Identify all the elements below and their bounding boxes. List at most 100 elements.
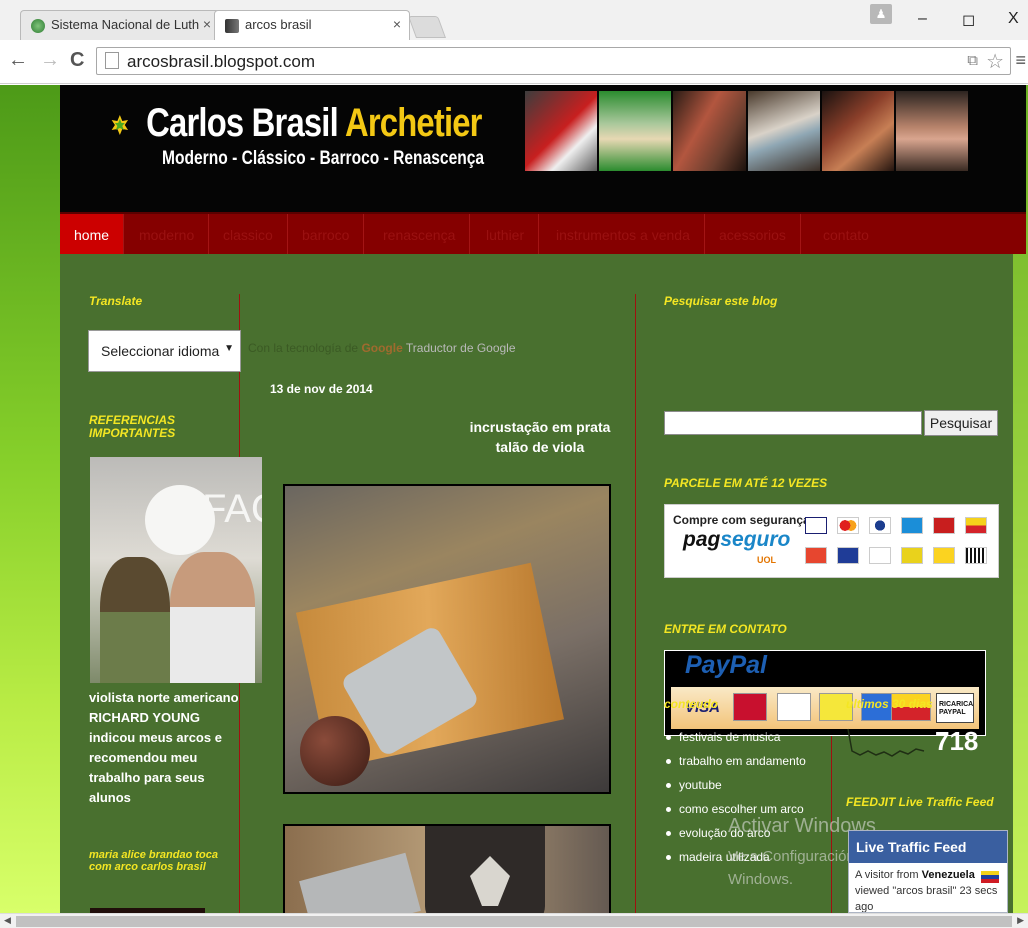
powered-prefix: Con la tecnología de: [248, 341, 359, 355]
translate-widget-title: Translate: [89, 294, 143, 308]
banrisul-icon: [901, 547, 923, 564]
scroll-right-arrow-icon[interactable]: ▶: [1017, 915, 1024, 926]
references-widget-title: REFERENCIAS IMPORTANTES: [89, 413, 176, 440]
search-button[interactable]: Pesquisar: [924, 410, 998, 436]
conteudo-link[interactable]: como escolher um arco: [666, 802, 804, 816]
stats-counter: 718: [935, 726, 979, 756]
close-tab-icon[interactable]: ×: [203, 16, 211, 32]
forward-arrow-icon[interactable]: →: [40, 50, 60, 70]
richard-young-photo[interactable]: FAC: [90, 457, 262, 683]
tab-sistema-nacional[interactable]: Sistema Nacional de Luth ×: [20, 10, 220, 40]
visa-card-icon: [805, 517, 827, 534]
reference-caption: violista norte americano RICHARD YOUNG i…: [89, 690, 239, 805]
reload-icon[interactable]: C: [70, 50, 84, 70]
tab-strip: Sistema Nacional de Luth × arcos brasil …: [0, 0, 1028, 40]
feedjit-widget-title: FEEDJIT Live Traffic Feed: [846, 795, 994, 809]
blog-header: Carlos Brasil Archetier Moderno - Clássi…: [60, 85, 1026, 213]
blog-title-block[interactable]: Carlos Brasil Archetier Moderno - Clássi…: [110, 101, 563, 170]
conteudo-link[interactable]: trabalho em andamento: [666, 754, 806, 768]
scrollbar-thumb[interactable]: [16, 916, 1012, 927]
user-profile-icon[interactable]: ♟: [870, 4, 892, 24]
post-image-inlay-2[interactable]: [283, 824, 611, 913]
main-navigation: home moderno classico barroco renascença…: [60, 212, 1026, 254]
post-date: 13 de nov de 2014: [270, 382, 373, 396]
page-icon: [105, 52, 119, 69]
minimize-button[interactable]: –: [918, 10, 927, 28]
paypal-logo: PayPal: [685, 651, 768, 679]
uol-logo: UOL: [757, 555, 776, 565]
close-window-button[interactable]: X: [1008, 10, 1019, 28]
venezuela-flag-icon: [981, 871, 999, 883]
blog-title-accent: Archetier: [344, 101, 482, 145]
stats-sparkline: [847, 728, 925, 757]
nav-renascenca[interactable]: renascença: [369, 214, 471, 254]
nav-contato[interactable]: contato: [809, 214, 883, 254]
nav-luthier[interactable]: luthier: [472, 214, 540, 254]
header-photo-hands: [673, 91, 746, 171]
video-widget-title: maria alice brandao toca com arco carlos…: [89, 849, 218, 873]
hipercard-icon: [933, 517, 955, 534]
post-image-inlay-1[interactable]: [283, 484, 611, 794]
google-translate-powered-by[interactable]: Con la tecnología de Google Traductor de…: [248, 341, 516, 355]
bradesco-icon: [869, 547, 891, 564]
browser-toolbar: ← → C arcosbrasil.blogspot.com ⧉ ☆ ≡: [0, 40, 1028, 84]
nav-home[interactable]: home: [60, 214, 125, 254]
translate-icon[interactable]: ⧉: [967, 52, 978, 69]
post-title[interactable]: incrustação em prata talão de viola: [465, 417, 615, 457]
google-logo: Google: [361, 341, 403, 355]
dropdown-arrow-icon: ▼: [224, 343, 234, 354]
live-traffic-feed-header: Live Traffic Feed: [849, 831, 1007, 863]
stats-widget-title: ultimos 30 dias: [846, 697, 933, 711]
blog-subtitle: Moderno - Clássico - Barroco - Renascenç…: [162, 148, 485, 169]
tab-title: Sistema Nacional de Luth: [51, 17, 200, 32]
nav-instrumentos-a-venda[interactable]: instrumentos a venda: [542, 214, 705, 254]
header-photo-green-tool: [599, 91, 672, 171]
header-photo-red-frog: [525, 91, 598, 171]
paypal-banner[interactable]: PayPal VISA RICARICA PAYPAL: [664, 650, 986, 736]
search-input[interactable]: [664, 411, 922, 435]
maximize-button[interactable]: ◻: [962, 10, 975, 30]
live-traffic-feed[interactable]: Live Traffic Feed A visitor from Venezue…: [848, 830, 1008, 913]
aura-card-icon: [965, 517, 987, 534]
itau-icon: [805, 547, 827, 564]
diners-card-icon: [869, 517, 891, 534]
header-photo-glass: [747, 91, 820, 171]
conteudo-link[interactable]: youtube: [666, 778, 722, 792]
nav-moderno[interactable]: moderno: [125, 214, 210, 254]
conteudo-link[interactable]: festivais de musica: [666, 730, 780, 744]
boleto-icon: [965, 547, 987, 564]
globe-favicon-icon: [31, 19, 45, 33]
header-photo-face: [895, 91, 969, 171]
pagseguro-tagline: Compre com segurança: [673, 513, 810, 527]
menu-icon[interactable]: ≡: [1015, 50, 1026, 71]
background-leaves: [0, 85, 60, 913]
horizontal-scrollbar[interactable]: ◀ ▶: [0, 913, 1028, 928]
tab-arcos-brasil[interactable]: arcos brasil ×: [214, 10, 410, 40]
nav-classico[interactable]: classico: [209, 214, 288, 254]
bb-icon: [933, 547, 955, 564]
nav-barroco[interactable]: barroco: [288, 214, 365, 254]
mastercard-icon: [733, 693, 767, 721]
maple-leaf-logo-icon: [111, 115, 129, 136]
bookmark-star-icon[interactable]: ☆: [986, 49, 1004, 74]
language-select-value: Seleccionar idioma: [101, 343, 220, 359]
url-text: arcosbrasil.blogspot.com: [127, 52, 316, 71]
close-tab-icon[interactable]: ×: [393, 16, 401, 32]
parcele-widget-title: PARCELE EM ATÉ 12 VEZES: [664, 476, 828, 490]
back-arrow-icon[interactable]: ←: [8, 50, 28, 70]
scroll-left-arrow-icon[interactable]: ◀: [4, 915, 11, 926]
pagseguro-banner[interactable]: Compre com segurança pagseguro UOL: [664, 504, 999, 578]
mastercard-icon: [837, 517, 859, 534]
address-bar[interactable]: arcosbrasil.blogspot.com ⧉ ☆: [96, 47, 1011, 75]
language-select[interactable]: Seleccionar idioma ▼: [88, 330, 241, 372]
ricarica-paypal-badge: RICARICA PAYPAL: [936, 693, 974, 723]
fac-sign-text: FAC: [202, 487, 262, 531]
nav-acessorios[interactable]: acessorios: [705, 214, 801, 254]
search-widget-title: Pesquisar este blog: [664, 294, 778, 308]
amex-card-icon: [901, 517, 923, 534]
conteudo-widget-title: conteudo: [664, 697, 718, 711]
page-viewport: Carlos Brasil Archetier Moderno - Clássi…: [0, 85, 1028, 913]
powered-suffix: Traductor de Google: [405, 341, 516, 355]
tab-title: arcos brasil: [245, 17, 312, 32]
new-tab-button[interactable]: [407, 16, 447, 38]
